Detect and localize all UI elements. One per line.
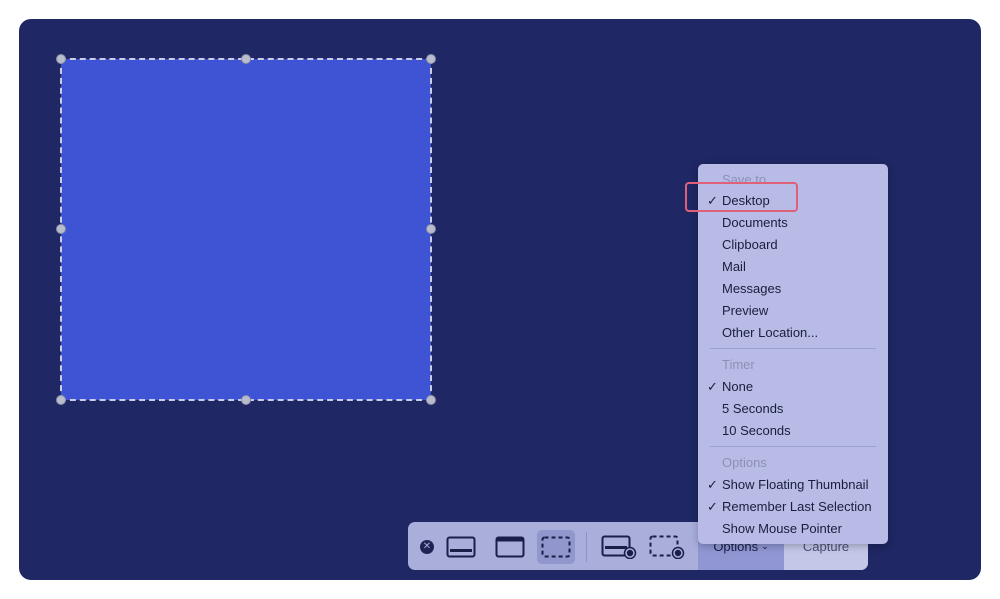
capture-window-icon [495,536,525,558]
capture-selection-icon [541,536,571,558]
capture-selection-area[interactable] [56,54,436,405]
checkmark-icon: ✓ [707,379,718,394]
capture-window-button[interactable] [491,530,529,564]
capture-selection-button[interactable] [537,530,575,564]
menu-header-timer: Timer [722,357,755,372]
menu-header-options: Options [722,455,767,470]
menu-item-label: Mail [722,259,746,274]
menu-item-label: Messages [722,281,782,296]
menu-item-show-floating-thumbnail[interactable]: ✓ Show Floating Thumbnail [707,475,869,495]
menu-item-label: Clipboard [722,237,778,252]
menu-divider [710,348,876,349]
resize-handle-top-left[interactable] [56,54,66,64]
menu-item-remember-last-selection[interactable]: ✓ Remember Last Selection [707,497,872,517]
menu-item-preview[interactable]: Preview [722,301,768,321]
menu-item-documents[interactable]: Documents [722,213,788,233]
menu-item-label: 10 Seconds [722,423,791,438]
checkmark-icon: ✓ [707,477,718,492]
toolbar-divider [586,532,587,562]
checkmark-icon: ✓ [707,499,718,514]
resize-handle-bottom-middle[interactable] [241,395,251,405]
menu-item-show-mouse-pointer[interactable]: Show Mouse Pointer [722,519,842,539]
resize-handle-top-right[interactable] [426,54,436,64]
menu-item-label: Show Floating Thumbnail [722,477,869,492]
resize-handle-middle-left[interactable] [56,224,66,234]
desktop-highlight-annotation [685,182,798,212]
capture-entire-screen-icon [446,536,476,558]
record-selection-icon [649,535,685,559]
resize-handle-top-middle[interactable] [241,54,251,64]
menu-divider [710,446,876,447]
menu-item-label: Remember Last Selection [722,499,872,514]
menu-item-label: Preview [722,303,769,318]
options-menu: Save to ✓ Desktop Documents Clipboard Ma… [698,164,888,544]
menu-item-label: Documents [722,215,788,230]
menu-item-mail[interactable]: Mail [722,257,746,277]
menu-item-label: Other Location... [722,325,819,340]
menu-item-label: None [722,379,754,394]
menu-item-label: 5 Seconds [722,401,784,416]
menu-item-clipboard[interactable]: Clipboard [722,235,778,255]
record-selection-button[interactable] [648,530,686,564]
menu-item-messages[interactable]: Messages [722,279,781,299]
capture-entire-screen-button[interactable] [442,530,480,564]
menu-item-timer-5-seconds[interactable]: 5 Seconds [722,399,783,419]
menu-item-other-location[interactable]: Other Location... [722,323,818,343]
resize-handle-bottom-left[interactable] [56,395,66,405]
menu-item-timer-none[interactable]: ✓ None [707,377,754,397]
screen-background: ✕ Options ⌄ Capture Save to ✓ Desktop Do… [19,19,981,580]
resize-handle-middle-right[interactable] [426,224,436,234]
close-icon[interactable]: ✕ [420,540,434,554]
menu-item-timer-10-seconds[interactable]: 10 Seconds [722,421,791,441]
resize-handle-bottom-right[interactable] [426,395,436,405]
menu-item-label: Show Mouse Pointer [722,521,842,536]
record-screen-button[interactable] [600,530,638,564]
record-screen-icon [601,535,637,559]
